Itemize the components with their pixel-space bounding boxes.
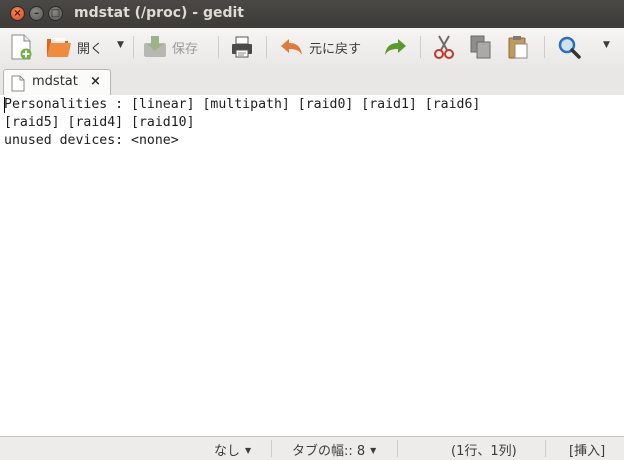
tab-width-label: タブの幅:: 8 xyxy=(292,444,366,459)
status-separator xyxy=(545,440,546,457)
tab-close-button[interactable]: × xyxy=(90,74,101,89)
tab-label: mdstat xyxy=(32,74,78,89)
editor-line: Personalities : [linear] [multipath] [ra… xyxy=(4,97,481,112)
save-icon xyxy=(143,35,167,59)
window-close-button[interactable]: × xyxy=(10,6,25,21)
paste-button[interactable] xyxy=(507,32,529,62)
undo-button-label: 元に戻す xyxy=(309,41,362,57)
window-title: mdstat (/proc) - gedit xyxy=(74,5,244,21)
cursor-position: (1行、1列) xyxy=(451,444,517,459)
paste-icon xyxy=(507,35,529,59)
print-icon xyxy=(230,35,254,59)
open-button-label: 開く xyxy=(77,41,104,57)
copy-icon xyxy=(470,35,492,59)
scissors-icon xyxy=(433,35,455,59)
highlight-mode-label: なし xyxy=(214,444,241,459)
window-minimize-button[interactable]: – xyxy=(29,6,44,21)
toolbar-separator xyxy=(420,36,421,58)
text-editor[interactable]: Personalities : [linear] [multipath] [ra… xyxy=(0,95,624,437)
open-button[interactable]: 開く xyxy=(46,32,103,62)
editor-line: unused devices: <none> xyxy=(4,133,179,148)
toolbar-separator xyxy=(266,36,267,58)
window-maximize-button[interactable]: □ xyxy=(48,6,63,21)
chevron-down-icon: ▼ xyxy=(370,446,377,455)
cut-button[interactable] xyxy=(433,32,455,62)
magnifier-icon xyxy=(557,35,581,59)
toolbar: 開く ▼ 保存 元に戻す ▼ xyxy=(0,28,624,66)
toolbar-separator xyxy=(544,36,545,58)
document-tab-bar: mdstat × xyxy=(0,66,624,96)
undo-button[interactable]: 元に戻す xyxy=(280,32,361,62)
highlight-mode-selector[interactable]: なし ▼ xyxy=(214,440,251,459)
tab-width-selector[interactable]: タブの幅:: 8 ▼ xyxy=(292,440,376,459)
undo-arrow-icon xyxy=(280,37,304,57)
insert-mode-indicator: [挿入] xyxy=(569,444,606,459)
tab-mdstat[interactable]: mdstat × xyxy=(3,69,111,95)
status-separator xyxy=(271,440,272,457)
document-icon xyxy=(11,75,25,96)
toolbar-overflow-dropdown[interactable]: ▼ xyxy=(603,40,610,50)
copy-button[interactable] xyxy=(470,32,492,62)
open-folder-icon xyxy=(46,35,72,59)
title-bar: × – □ mdstat (/proc) - gedit xyxy=(0,0,624,28)
print-button[interactable] xyxy=(230,32,254,62)
toolbar-separator xyxy=(218,36,219,58)
chevron-down-icon: ▼ xyxy=(245,446,252,455)
new-document-icon xyxy=(10,34,32,60)
new-document-button[interactable] xyxy=(10,32,32,62)
save-button-label: 保存 xyxy=(172,41,199,57)
toolbar-separator xyxy=(133,36,134,58)
redo-button[interactable] xyxy=(383,32,407,62)
save-button[interactable]: 保存 xyxy=(143,32,198,62)
open-recent-dropdown[interactable]: ▼ xyxy=(117,40,124,50)
editor-line: [raid5] [raid4] [raid10] xyxy=(4,115,195,130)
search-button[interactable] xyxy=(557,32,581,62)
status-separator xyxy=(397,440,398,457)
redo-arrow-icon xyxy=(383,37,407,57)
status-bar: なし ▼ タブの幅:: 8 ▼ (1行、1列) [挿入] xyxy=(0,437,624,460)
